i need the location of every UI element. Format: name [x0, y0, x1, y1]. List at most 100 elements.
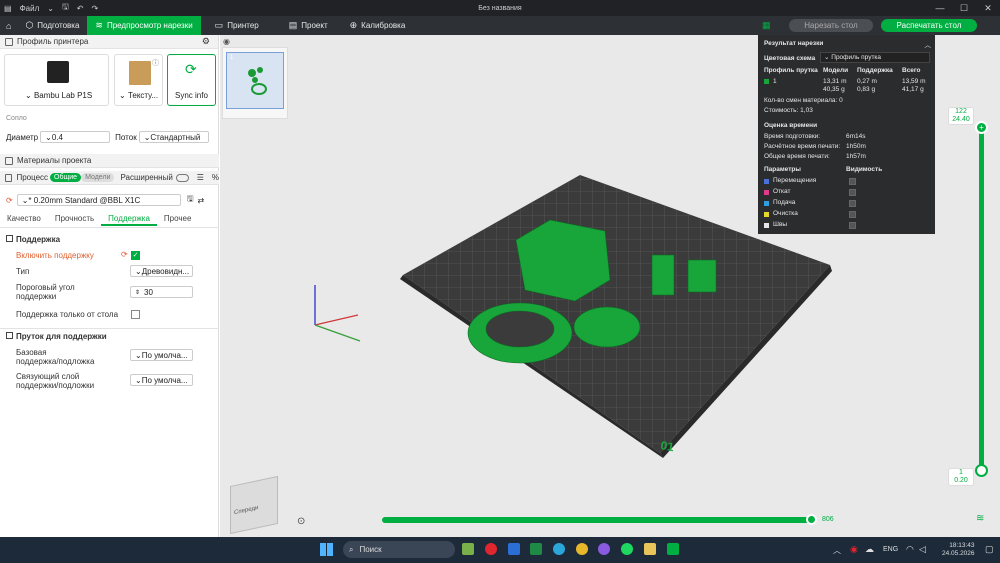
prep-time-label: Время подготовки:	[764, 133, 821, 140]
interface-filament-select[interactable]: ⌄ По умолча...	[130, 374, 193, 386]
visibility-checkbox[interactable]	[849, 178, 856, 185]
slice-settings-icon[interactable]: ▦	[762, 20, 771, 31]
plate-card[interactable]: ⓘ ⌄ Тексту...	[114, 54, 163, 106]
tab-calibration[interactable]: ⊕ Калибровка	[342, 16, 414, 35]
total-time: 1h57m	[846, 153, 866, 160]
tab-preview[interactable]: ≋ Предпросмотр нарезки	[87, 16, 201, 35]
save-icon[interactable]: 🖫	[62, 1, 69, 15]
support-filament-title: Пруток для поддержки	[16, 332, 107, 341]
redo-icon[interactable]: ↷	[91, 4, 98, 13]
subtab-support[interactable]: Поддержка	[101, 212, 157, 226]
info-icon[interactable]: ⓘ	[152, 58, 159, 68]
file-menu[interactable]: Файл	[20, 4, 40, 13]
minimize-icon[interactable]: —	[928, 0, 952, 16]
flow-select[interactable]: ⌄ Стандартный	[138, 131, 209, 143]
print-plate-button[interactable]: Распечатать стол	[881, 19, 977, 32]
diameter-select[interactable]: ⌄ 0.4	[40, 131, 111, 143]
left-panel: Профиль принтера ⚙ ⌄ Bambu Lab P1S ⓘ ⌄ Т…	[0, 35, 219, 537]
subtab-quality[interactable]: Качество	[0, 212, 48, 226]
printer-card[interactable]: ⌄ Bambu Lab P1S	[4, 54, 109, 106]
app-icon-1[interactable]	[462, 543, 474, 555]
chevron-down-icon: ⌄	[25, 91, 34, 100]
word-icon[interactable]	[508, 543, 520, 555]
sync-info-button[interactable]: ⟳ Sync info	[167, 54, 216, 106]
save-profile-icon[interactable]: 🖫	[187, 193, 194, 207]
base-filament-select[interactable]: ⌄ По умолча...	[130, 349, 193, 361]
gear-icon[interactable]: ⚙	[202, 36, 210, 47]
onedrive-icon[interactable]: ☁	[865, 544, 874, 555]
result-title: Результат нарезки	[764, 40, 824, 47]
printer-profile-header: Профиль принтера ⚙	[0, 35, 218, 49]
wifi-icon[interactable]: ◠	[906, 544, 914, 555]
support-section-title: Поддержка	[16, 235, 61, 244]
alice-icon[interactable]	[598, 543, 610, 555]
stepper-icon[interactable]: ⇕	[135, 289, 140, 296]
windows-start-icon[interactable]	[320, 543, 333, 556]
process-profile-select[interactable]: ⌄ * 0.20mm Standard @BBL X1C	[16, 194, 181, 206]
advanced-label: Расширенный	[120, 173, 173, 182]
bed-only-checkbox[interactable]	[131, 310, 140, 319]
chevron-down-icon[interactable]: ⌄	[47, 4, 54, 13]
taskbar-search[interactable]: ⌕ Поиск	[343, 541, 455, 558]
enable-support-label: Включить поддержку	[16, 251, 94, 260]
tab-project[interactable]: ▤ Проект	[281, 16, 336, 35]
support-type-select[interactable]: ⌄ Древовидн...	[130, 265, 193, 277]
collapse-icon[interactable]: ︿	[925, 39, 932, 49]
percent-icon[interactable]: %	[212, 173, 219, 182]
seg-global[interactable]: Общие	[50, 173, 82, 182]
visibility-checkbox[interactable]	[849, 211, 856, 218]
language-indicator[interactable]: ENG	[883, 546, 898, 553]
threshold-angle-input[interactable]: ⇕ 30	[130, 286, 193, 298]
layer-slider[interactable]	[979, 127, 984, 469]
title-bar: ▤ Файл ⌄ 🖫 ↶ ↷ Без названия — ☐ ✕	[0, 0, 1000, 16]
notification-icon[interactable]: ▢	[985, 544, 994, 555]
view-cube[interactable]: Спереди	[230, 475, 278, 535]
taskbar: ⌕ Поиск ︿ ◉ ☁ ENG ◠ ◁ 18:13:43 24.05.2026 …	[0, 537, 1000, 563]
seg-models[interactable]: Модели	[81, 173, 115, 182]
edge-icon[interactable]	[553, 543, 565, 555]
advanced-toggle[interactable]	[175, 173, 189, 182]
visibility-checkbox[interactable]	[849, 200, 856, 207]
subtab-other[interactable]: Прочее	[157, 212, 199, 226]
opera-icon[interactable]	[485, 543, 497, 555]
slice-plate-button[interactable]: Нарезать стол	[789, 19, 873, 32]
layers-icon: ≋	[95, 20, 103, 30]
volume-icon[interactable]: ◁	[919, 544, 926, 555]
color-scheme-label: Цветовая схема	[764, 55, 816, 62]
move-slider[interactable]	[382, 517, 812, 523]
compare-icon[interactable]: ⇄	[198, 196, 205, 205]
enable-support-checkbox[interactable]: ✓	[131, 251, 140, 260]
home-icon[interactable]: ⌂	[0, 16, 17, 35]
folder-icon[interactable]	[644, 543, 656, 555]
layer-bottom-handle[interactable]	[975, 464, 988, 477]
visibility-checkbox[interactable]	[849, 222, 856, 229]
prep-time: 6m14s	[846, 133, 866, 140]
list-icon[interactable]: ☰	[197, 173, 204, 182]
undo-icon[interactable]: ↶	[77, 4, 84, 13]
reset-icon[interactable]: ⟳	[121, 250, 128, 259]
layers-toggle-icon[interactable]: ≋	[976, 513, 984, 524]
layer-top-handle[interactable]: +	[975, 121, 988, 134]
tab-printer[interactable]: ▭ Принтер	[207, 16, 267, 35]
maximize-icon[interactable]: ☐	[952, 0, 976, 16]
color-scheme-select[interactable]: ⌄ Профиль прутка	[820, 52, 930, 63]
subtab-strength[interactable]: Прочность	[48, 212, 101, 226]
col-models: Модели	[823, 67, 849, 74]
move-slider-handle[interactable]	[806, 514, 817, 525]
chrome-icon[interactable]	[576, 543, 588, 555]
filament-icon	[6, 332, 13, 339]
excel-icon[interactable]	[530, 543, 542, 555]
fit-view-icon[interactable]: ⊙	[297, 516, 305, 527]
spotify-icon[interactable]	[621, 543, 633, 555]
reset-icon[interactable]: ⟳	[6, 196, 13, 205]
visibility-checkbox[interactable]	[849, 189, 856, 196]
bambu-studio-icon[interactable]	[667, 543, 679, 555]
tray-app-icon[interactable]: ◉	[850, 544, 858, 555]
tab-prepare[interactable]: ⬡ Подготовка	[17, 16, 87, 35]
printer-name: Bambu Lab P1S	[33, 91, 93, 100]
tray-chevron-icon[interactable]: ︿	[833, 545, 841, 556]
clock[interactable]: 18:13:43 24.05.2026	[942, 542, 975, 558]
params-header: Параметры	[764, 166, 801, 173]
close-icon[interactable]: ✕	[976, 0, 1000, 16]
legend-label: Подача	[773, 199, 796, 206]
